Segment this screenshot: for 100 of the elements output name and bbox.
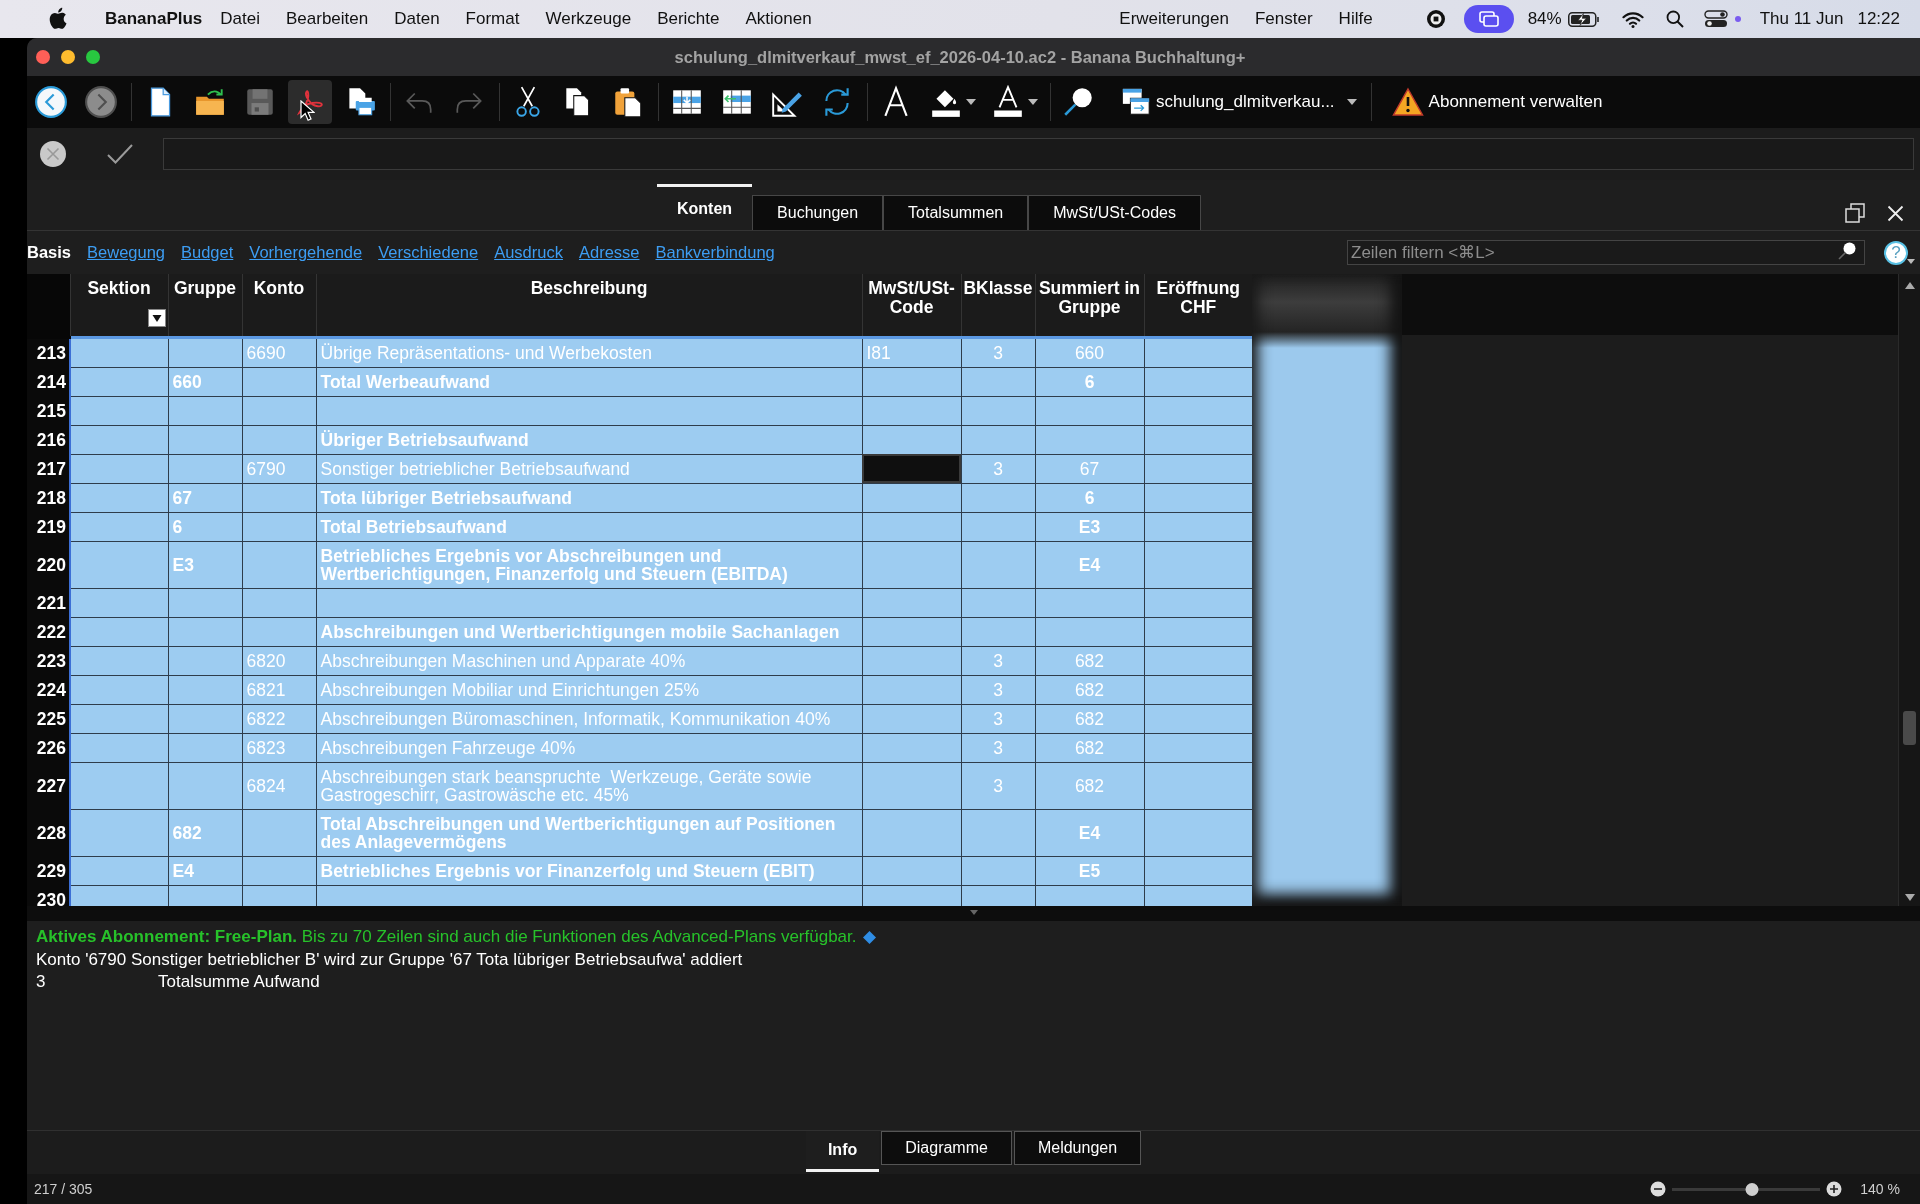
caret-icon xyxy=(966,99,976,105)
view-tab[interactable]: Basis xyxy=(27,243,72,262)
tab[interactable]: Diagramme xyxy=(881,1131,1012,1165)
menu-item[interactable]: Werkzeuge xyxy=(545,9,632,29)
column-header[interactable]: Beschreibung xyxy=(316,274,862,337)
row-number: 214 xyxy=(27,367,70,396)
table-cell: 3 xyxy=(961,646,1035,675)
restore-window-icon[interactable] xyxy=(1845,203,1865,223)
view-link[interactable]: Bankverbindung xyxy=(655,243,775,262)
scrollbar[interactable] xyxy=(1898,274,1920,906)
file-selector[interactable]: schulung_dlmitverkau... xyxy=(1107,82,1369,122)
battery-charging-icon[interactable] xyxy=(1567,11,1600,27)
table-cell: 6 xyxy=(1035,367,1144,396)
close-icon[interactable] xyxy=(1887,204,1904,222)
scroll-down-icon[interactable] xyxy=(1904,894,1915,901)
battery-percentage: 84% xyxy=(1527,9,1562,29)
menu-item[interactable]: Fenster xyxy=(1254,9,1313,29)
screen-mirroring-icon[interactable] xyxy=(1463,5,1514,33)
row-number: 228 xyxy=(27,809,70,856)
column-header[interactable]: Eröffnung CHF xyxy=(1144,274,1252,337)
diamond-icon xyxy=(862,930,876,944)
window-title: schulung_dlmitverkauf_mwst_ef_2026-04-10.ac2 - Banana Buchhaltung+ xyxy=(674,47,1247,67)
caret-icon[interactable] xyxy=(969,910,978,915)
table-cell: 3 xyxy=(961,454,1035,483)
table-cell: Abschreibungen stark beanspruchte Werkzeuge, Geräte sowie Gastrogeschirr, Gastrowäsche etc. 45% xyxy=(316,762,862,809)
zoom-in-icon[interactable] xyxy=(1826,1181,1843,1197)
app-menu[interactable]: BananaPlus xyxy=(105,9,203,29)
table-cell: 6690 xyxy=(242,337,316,367)
cancel-icon[interactable] xyxy=(39,140,67,168)
table-cell: 682 xyxy=(1035,675,1144,704)
table-cell: Total Werbeaufwand xyxy=(316,367,862,396)
column-header[interactable]: Gruppe xyxy=(168,274,242,337)
zoom-level: 140 % xyxy=(1860,1181,1900,1197)
zoom-window-button[interactable] xyxy=(86,50,100,64)
minimize-window-button[interactable] xyxy=(61,50,75,64)
slider-thumb[interactable] xyxy=(1745,1182,1759,1196)
row-number: 227 xyxy=(27,762,70,809)
row-position: 217 / 305 xyxy=(34,1181,93,1197)
menu-item[interactable]: Berichte xyxy=(657,9,720,29)
warning-icon xyxy=(1391,87,1424,117)
view-link[interactable]: Budget xyxy=(181,243,234,262)
search-icon[interactable] xyxy=(1838,242,1856,260)
column-header[interactable]: Summiert in Gruppe xyxy=(1035,274,1144,337)
filter-field[interactable]: Zeilen filtern <⌘L> xyxy=(1347,240,1865,265)
column-header[interactable]: Konto xyxy=(242,274,316,337)
table-cell: 682 xyxy=(1035,733,1144,762)
menu-item[interactable]: Erweiterungen xyxy=(1119,9,1229,29)
column-header[interactable]: Sektion xyxy=(70,274,168,337)
caret-icon xyxy=(1346,99,1357,105)
menu-item[interactable]: Bearbeiten xyxy=(286,9,369,29)
scrollbar-thumb[interactable] xyxy=(1903,711,1916,745)
table-cell: Sonstiger betrieblicher Betriebsaufwand xyxy=(316,454,862,483)
menu-bar-date: Thu 11 Jun xyxy=(1759,9,1844,29)
view-link[interactable]: Ausdruck xyxy=(494,243,563,262)
close-window-button[interactable] xyxy=(36,50,50,64)
view-link[interactable]: Vorhergehende xyxy=(249,243,363,262)
table-cell: 3 xyxy=(961,675,1035,704)
menu-item[interactable]: Format xyxy=(465,9,520,29)
letter-underline-icon xyxy=(991,85,1025,119)
pdf-button[interactable] xyxy=(288,80,332,124)
table-cell: Betriebliches Ergebnis vor Finanzerfolg und Steuern (EBIT) xyxy=(316,856,862,885)
tab[interactable]: Totalsummen xyxy=(883,195,1029,230)
column-header[interactable]: MwSt/USt-Code xyxy=(862,274,961,337)
caret-icon xyxy=(1907,259,1915,264)
menu-item[interactable]: Datei xyxy=(220,9,260,29)
view-link[interactable]: Bewegung xyxy=(87,243,165,262)
scroll-up-icon[interactable] xyxy=(1904,282,1915,289)
wifi-icon[interactable] xyxy=(1621,10,1644,28)
apple-icon[interactable] xyxy=(48,5,68,30)
table-cell: Abschreibungen Fahrzeuge 40% xyxy=(316,733,862,762)
menu-item[interactable]: Hilfe xyxy=(1338,9,1373,29)
checkmark-icon[interactable] xyxy=(106,142,134,166)
zoom-out-icon[interactable] xyxy=(1650,1181,1667,1197)
menu-item[interactable]: Daten xyxy=(394,9,440,29)
view-link[interactable]: Verschiedene xyxy=(378,243,479,262)
table-cell: E3 xyxy=(168,541,242,588)
row-number: 224 xyxy=(27,675,70,704)
tab[interactable]: Buchungen xyxy=(752,195,884,230)
info-detail: Totalsumme Aufwand xyxy=(158,971,320,993)
table-cell: 3 xyxy=(961,704,1035,733)
search-icon[interactable] xyxy=(1665,10,1684,28)
row-number: 225 xyxy=(27,704,70,733)
table-cell: 6821 xyxy=(242,675,316,704)
tab[interactable]: MwSt/USt-Codes xyxy=(1028,195,1201,230)
input-field[interactable] xyxy=(163,138,1914,170)
subscription-button[interactable]: Abonnement verwalten xyxy=(1377,82,1611,122)
tab[interactable]: Meldungen xyxy=(1013,1131,1142,1165)
row-number: 229 xyxy=(27,856,70,885)
record-icon[interactable] xyxy=(1425,9,1446,29)
view-link[interactable]: Adresse xyxy=(578,243,640,262)
toggle-switches-icon[interactable] xyxy=(1703,9,1744,29)
row-number: 230 xyxy=(27,885,70,906)
circle-chevron-left-icon xyxy=(34,85,68,119)
column-header[interactable]: BKlasse xyxy=(961,274,1035,337)
dropdown-icon[interactable] xyxy=(147,309,166,327)
menu-item[interactable]: Aktionen xyxy=(745,9,812,29)
column-header-label: Sektion xyxy=(86,279,152,298)
row-number: 223 xyxy=(27,646,70,675)
table-cell: Abschreibungen Mobiliar und Einrichtungen 25% xyxy=(316,675,862,704)
table-cell: 6822 xyxy=(242,704,316,733)
